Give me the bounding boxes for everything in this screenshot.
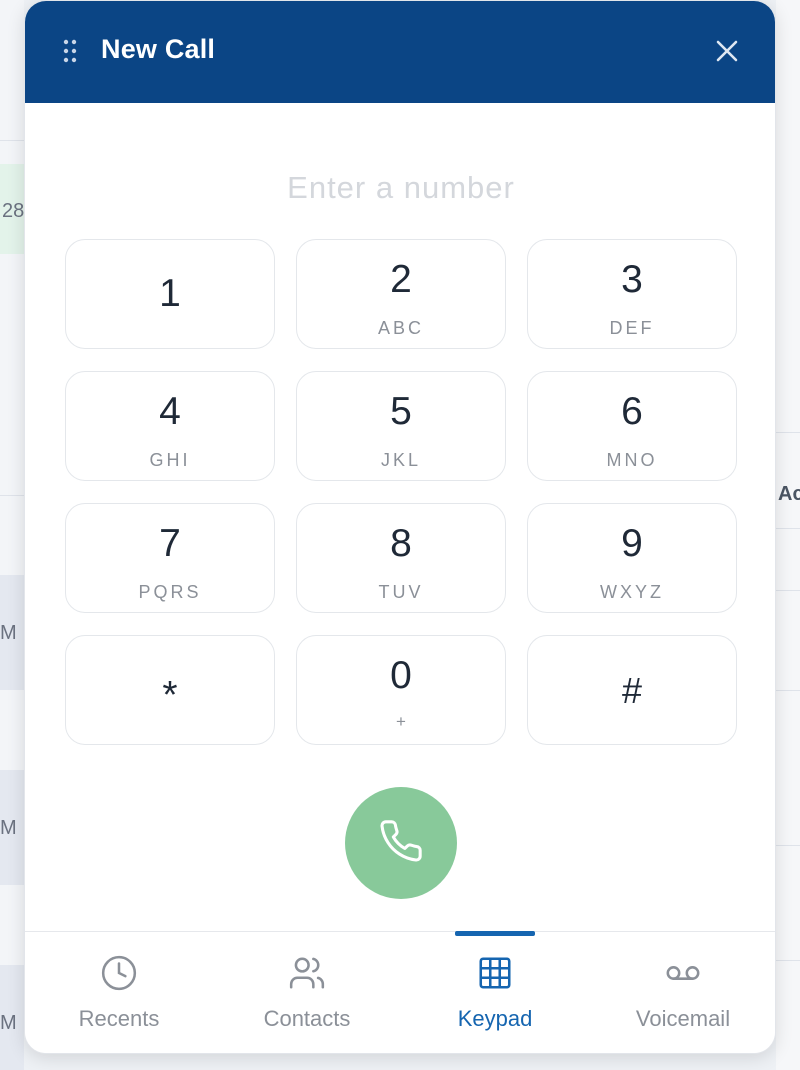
contacts-icon <box>288 954 326 992</box>
background-text: M <box>0 817 17 839</box>
dialer-title: New Call <box>101 34 216 64</box>
key-digit: * <box>162 674 178 717</box>
dialer-header: New Call <box>25 1 775 103</box>
background-divider <box>0 495 24 496</box>
key-3[interactable]: 3 DEF <box>527 239 737 349</box>
background-left-column <box>0 0 24 1070</box>
background-text: 28 <box>2 200 25 222</box>
phone-number-input[interactable] <box>125 163 677 213</box>
keypad-grid-icon <box>476 954 514 992</box>
key-digit: 8 <box>390 522 412 565</box>
key-letters: WXYZ <box>600 582 664 602</box>
tab-label: Recents <box>78 1006 160 1031</box>
key-letters: PQRS <box>138 582 202 602</box>
background-divider <box>0 140 24 141</box>
key-8[interactable]: 8 TUV <box>296 503 506 613</box>
drag-handle-icon[interactable] <box>63 39 77 63</box>
tab-voicemail[interactable]: Voicemail <box>589 932 775 1053</box>
key-digit: 3 <box>621 258 643 301</box>
background-text: Act <box>778 483 800 505</box>
key-digit: 2 <box>390 258 412 301</box>
background-divider <box>776 690 800 691</box>
key-digit: 6 <box>621 390 643 433</box>
key-4[interactable]: 4 GHI <box>65 371 275 481</box>
key-5[interactable]: 5 JKL <box>296 371 506 481</box>
key-letters: ABC <box>377 318 424 338</box>
tab-label: Contacts <box>263 1006 351 1031</box>
key-7[interactable]: 7 PQRS <box>65 503 275 613</box>
key-letters: MNO <box>606 450 658 470</box>
dialer-panel: New Call 1 2 ABC 3 DEF 4 GHI 5 JKL 6 <box>24 0 776 1054</box>
key-letters: + <box>396 712 406 731</box>
tab-contacts[interactable]: Contacts <box>213 932 401 1053</box>
tab-label: Voicemail <box>635 1006 731 1031</box>
key-digit: # <box>621 670 643 711</box>
background-divider <box>776 528 800 529</box>
clock-icon <box>100 954 138 992</box>
voicemail-icon <box>664 954 702 992</box>
key-0[interactable]: 0 + <box>296 635 506 745</box>
phone-icon <box>378 818 424 869</box>
close-icon[interactable] <box>715 39 739 63</box>
background-text: M <box>0 1012 17 1034</box>
key-2[interactable]: 2 ABC <box>296 239 506 349</box>
key-letters: DEF <box>609 318 655 338</box>
key-digit: 9 <box>621 522 643 565</box>
key-star[interactable]: * <box>65 635 275 745</box>
key-digit: 0 <box>390 654 412 697</box>
key-hash[interactable]: # <box>527 635 737 745</box>
keypad: 1 2 ABC 3 DEF 4 GHI 5 JKL 6 MNO 7 PQRS 8… <box>65 239 737 745</box>
bottom-tab-bar: Recents Contacts Keypad Voicemail <box>25 931 775 1053</box>
key-6[interactable]: 6 MNO <box>527 371 737 481</box>
key-letters: TUV <box>378 582 424 602</box>
tab-recents[interactable]: Recents <box>25 932 213 1053</box>
key-digit: 1 <box>159 272 181 315</box>
key-digit: 7 <box>159 522 181 565</box>
background-divider <box>776 590 800 591</box>
key-digit: 4 <box>159 390 181 433</box>
active-tab-indicator <box>455 931 535 936</box>
call-button[interactable] <box>345 787 457 899</box>
background-text: M <box>0 622 17 644</box>
key-letters: GHI <box>149 450 191 470</box>
key-1[interactable]: 1 <box>65 239 275 349</box>
background-divider <box>776 960 800 961</box>
background-right-column <box>776 0 800 1070</box>
tab-label: Keypad <box>457 1006 533 1031</box>
key-letters: JKL <box>380 450 422 470</box>
tab-keypad[interactable]: Keypad <box>401 931 589 1053</box>
key-digit: 5 <box>390 390 412 433</box>
background-divider <box>776 432 800 433</box>
background-divider <box>776 845 800 846</box>
key-9[interactable]: 9 WXYZ <box>527 503 737 613</box>
